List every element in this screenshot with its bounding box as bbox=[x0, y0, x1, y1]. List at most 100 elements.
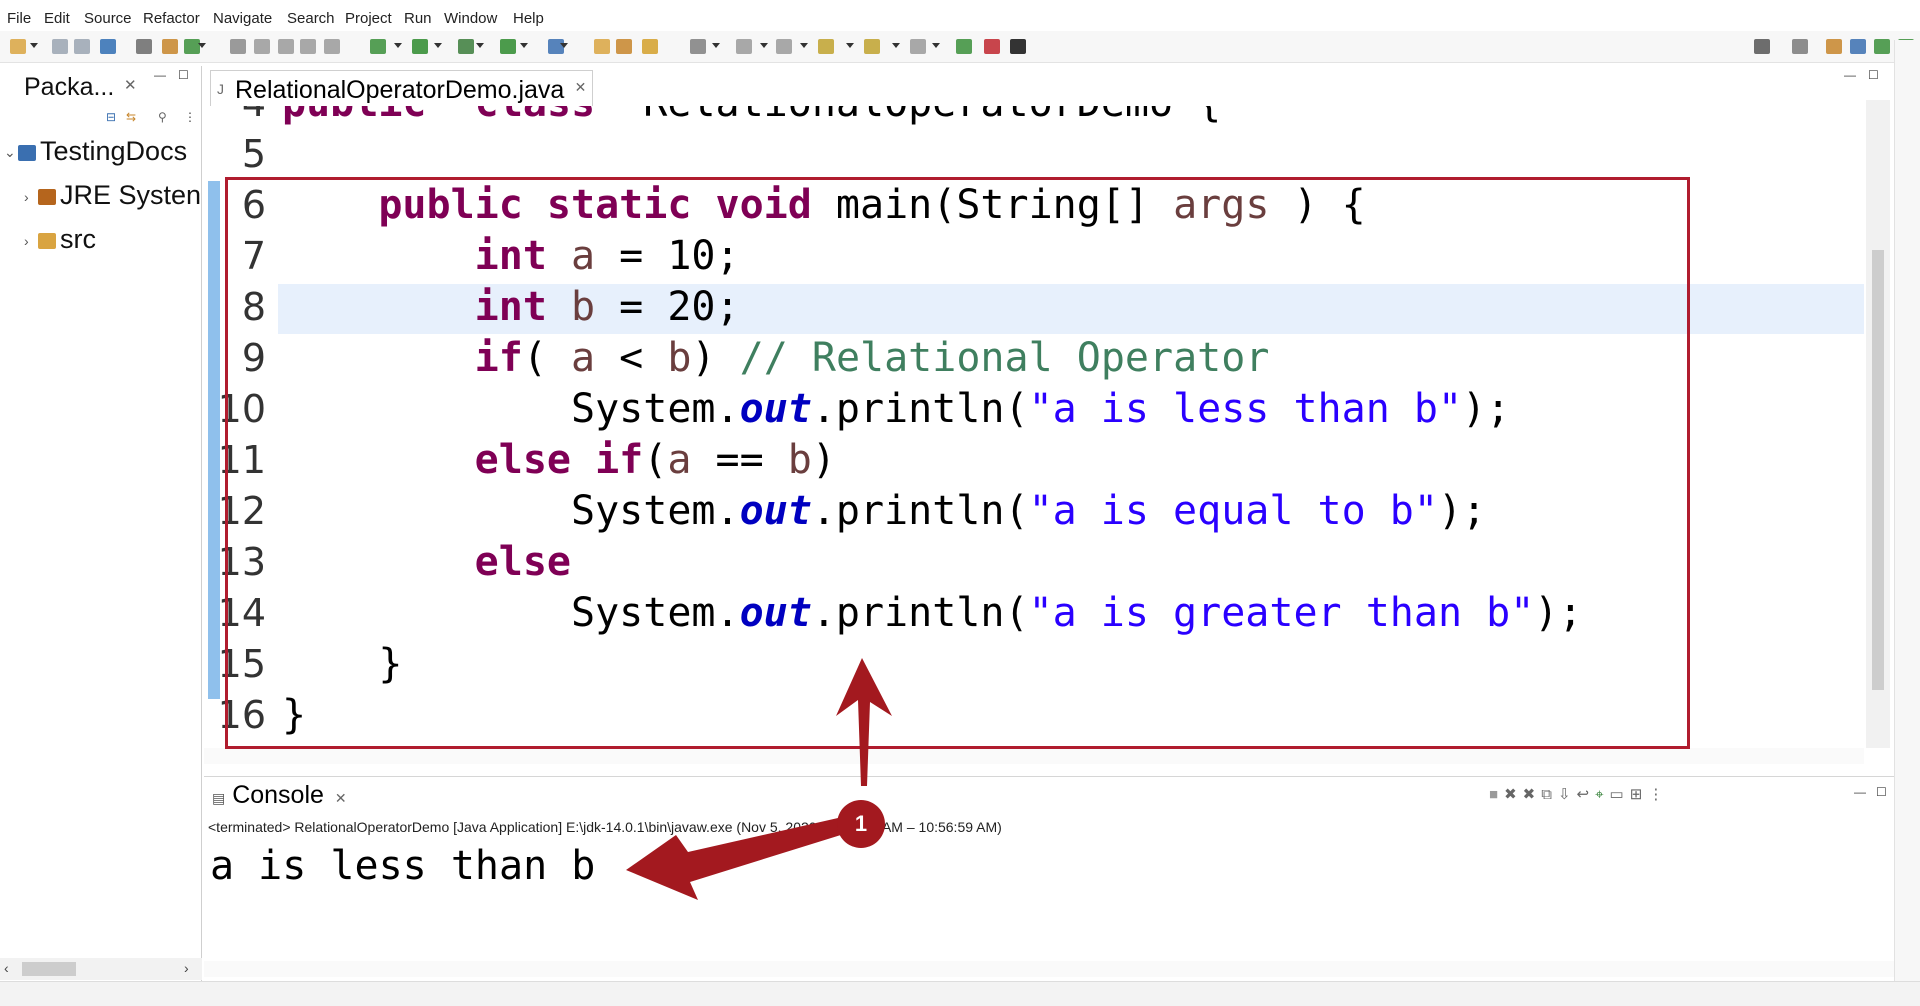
terminal-icon[interactable] bbox=[100, 39, 116, 54]
annotation-icon[interactable] bbox=[690, 39, 706, 54]
chevron-down-icon[interactable] bbox=[800, 43, 808, 48]
copy-icon[interactable]: ⧉ bbox=[1541, 786, 1558, 803]
search-file-icon[interactable] bbox=[642, 39, 658, 54]
minimize-icon[interactable]: — bbox=[1854, 785, 1866, 799]
menu-source[interactable]: Source bbox=[84, 10, 132, 27]
scroll-left-icon[interactable]: ‹ bbox=[4, 960, 9, 976]
maximize-icon[interactable]: ☐ bbox=[1868, 68, 1879, 82]
display-console-icon[interactable]: ▭ bbox=[1610, 786, 1630, 803]
editor-tab[interactable]: J RelationalOperatorDemo.java ✕ bbox=[210, 70, 594, 106]
close-icon[interactable]: ✕ bbox=[335, 790, 347, 806]
open-task-icon[interactable] bbox=[616, 39, 632, 54]
console-output[interactable]: a is less than b bbox=[210, 843, 595, 889]
save-icon[interactable] bbox=[52, 39, 68, 54]
chevron-down-icon[interactable] bbox=[760, 43, 768, 48]
chevron-down-icon[interactable] bbox=[846, 43, 854, 48]
external-tool-icon[interactable] bbox=[500, 39, 516, 54]
pin-editor-icon[interactable] bbox=[956, 39, 972, 54]
save-all-icon[interactable] bbox=[74, 39, 90, 54]
scroll-right-icon[interactable]: › bbox=[184, 960, 189, 976]
prev-annotation-icon[interactable] bbox=[776, 39, 792, 54]
java-ee-icon[interactable] bbox=[1826, 39, 1842, 54]
menu-run[interactable]: Run bbox=[404, 10, 432, 27]
cloud-icon[interactable] bbox=[1010, 39, 1026, 54]
debug-icon[interactable] bbox=[370, 39, 386, 54]
menu-search[interactable]: Search bbox=[287, 10, 335, 27]
forward-icon[interactable] bbox=[910, 39, 926, 54]
chevron-down-icon[interactable] bbox=[434, 43, 442, 48]
remove-launch-icon[interactable]: ✖ bbox=[1504, 786, 1523, 803]
open-type-icon[interactable] bbox=[594, 39, 610, 54]
menu-refactor[interactable]: Refactor bbox=[143, 10, 200, 27]
package-explorer-tab[interactable]: Packa... ✕ bbox=[6, 70, 144, 104]
chevron-right-icon[interactable]: › bbox=[24, 189, 38, 205]
code-token: int bbox=[474, 233, 547, 279]
scroll-thumb[interactable] bbox=[22, 962, 76, 976]
next-annotation-icon[interactable] bbox=[736, 39, 752, 54]
view-menu-icon[interactable]: ⋮ bbox=[184, 110, 196, 124]
search-icon[interactable] bbox=[1754, 39, 1770, 54]
last-edit-icon[interactable] bbox=[818, 39, 834, 54]
mark-icon[interactable] bbox=[254, 39, 270, 54]
menu-project[interactable]: Project bbox=[345, 10, 392, 27]
editor-horizontal-scrollbar[interactable] bbox=[204, 748, 1864, 764]
close-icon[interactable]: ✕ bbox=[575, 79, 587, 96]
hierarchy-icon[interactable] bbox=[230, 39, 246, 54]
package-explorer-scrollbar[interactable]: ‹ › bbox=[0, 958, 202, 980]
new-icon[interactable] bbox=[10, 39, 26, 54]
terminate-icon[interactable]: ■ bbox=[1489, 786, 1504, 803]
word-wrap-icon[interactable]: ↩ bbox=[1577, 786, 1596, 803]
menu-edit[interactable]: Edit bbox=[44, 10, 70, 27]
minimize-icon[interactable]: — bbox=[154, 68, 166, 82]
close-icon[interactable]: ✕ bbox=[124, 76, 137, 94]
pilcrow-icon[interactable] bbox=[324, 39, 340, 54]
code-token: "a is greater than b" bbox=[1028, 590, 1535, 636]
view-menu-icon[interactable]: ⋮ bbox=[1648, 786, 1669, 803]
console-tab[interactable]: ▤ Console ✕ bbox=[212, 781, 347, 810]
skip-icon[interactable] bbox=[136, 39, 152, 54]
tree-item[interactable]: › JRE Systen bbox=[24, 180, 201, 211]
chevron-down-icon[interactable] bbox=[476, 43, 484, 48]
java-perspective-icon[interactable] bbox=[1850, 39, 1866, 54]
chevron-down-icon[interactable] bbox=[712, 43, 720, 48]
filter-icon[interactable]: ⚲ bbox=[158, 110, 167, 124]
tree-item[interactable]: ⌄ TestingDocs bbox=[4, 136, 187, 167]
chevron-down-icon[interactable] bbox=[560, 43, 568, 48]
link-with-editor-icon[interactable]: ⇆ bbox=[126, 110, 136, 124]
chevron-right-icon[interactable]: › bbox=[24, 233, 38, 249]
minimize-icon[interactable]: — bbox=[1844, 68, 1856, 82]
scroll-lock-icon[interactable]: ⇩ bbox=[1558, 786, 1577, 803]
pin-console-icon[interactable]: ⌖ bbox=[1595, 786, 1609, 803]
coverage-icon[interactable] bbox=[458, 39, 474, 54]
format-icon[interactable] bbox=[300, 39, 316, 54]
chevron-down-icon[interactable]: ⌄ bbox=[4, 144, 18, 161]
tree-item[interactable]: › src bbox=[24, 224, 96, 255]
code-editor[interactable]: 4 public class RelationalOperatorDemo {5 6… bbox=[204, 106, 1864, 756]
menu-navigate[interactable]: Navigate bbox=[213, 10, 272, 27]
maximize-icon[interactable]: ☐ bbox=[178, 68, 189, 82]
maximize-icon[interactable]: ☐ bbox=[1876, 785, 1887, 799]
chevron-down-icon[interactable] bbox=[932, 43, 940, 48]
task-icon[interactable] bbox=[278, 39, 294, 54]
menu-help[interactable]: Help bbox=[513, 10, 544, 27]
remove-all-icon[interactable]: ✖ bbox=[1523, 786, 1542, 803]
chevron-down-icon[interactable] bbox=[198, 43, 206, 48]
run-icon[interactable] bbox=[412, 39, 428, 54]
back-icon[interactable] bbox=[864, 39, 880, 54]
editor-scroll-thumb[interactable] bbox=[1872, 250, 1884, 690]
menu-window[interactable]: Window bbox=[444, 10, 497, 27]
menu-file[interactable]: File bbox=[7, 10, 31, 27]
open-console-icon[interactable]: ⊞ bbox=[1630, 786, 1649, 803]
debug-perspective-icon[interactable] bbox=[1874, 39, 1890, 54]
editor-vertical-scrollbar[interactable] bbox=[1866, 100, 1890, 748]
console-horizontal-scrollbar[interactable] bbox=[204, 961, 1894, 977]
chevron-down-icon[interactable] bbox=[30, 43, 38, 48]
perspective-icon[interactable] bbox=[1792, 39, 1808, 54]
chevron-down-icon[interactable] bbox=[892, 43, 900, 48]
redhat-icon[interactable] bbox=[984, 39, 1000, 54]
line-number: 16 bbox=[217, 693, 266, 737]
chevron-down-icon[interactable] bbox=[520, 43, 528, 48]
build-icon[interactable] bbox=[162, 39, 178, 54]
chevron-down-icon[interactable] bbox=[394, 43, 402, 48]
collapse-all-icon[interactable]: ⊟ bbox=[106, 110, 116, 124]
